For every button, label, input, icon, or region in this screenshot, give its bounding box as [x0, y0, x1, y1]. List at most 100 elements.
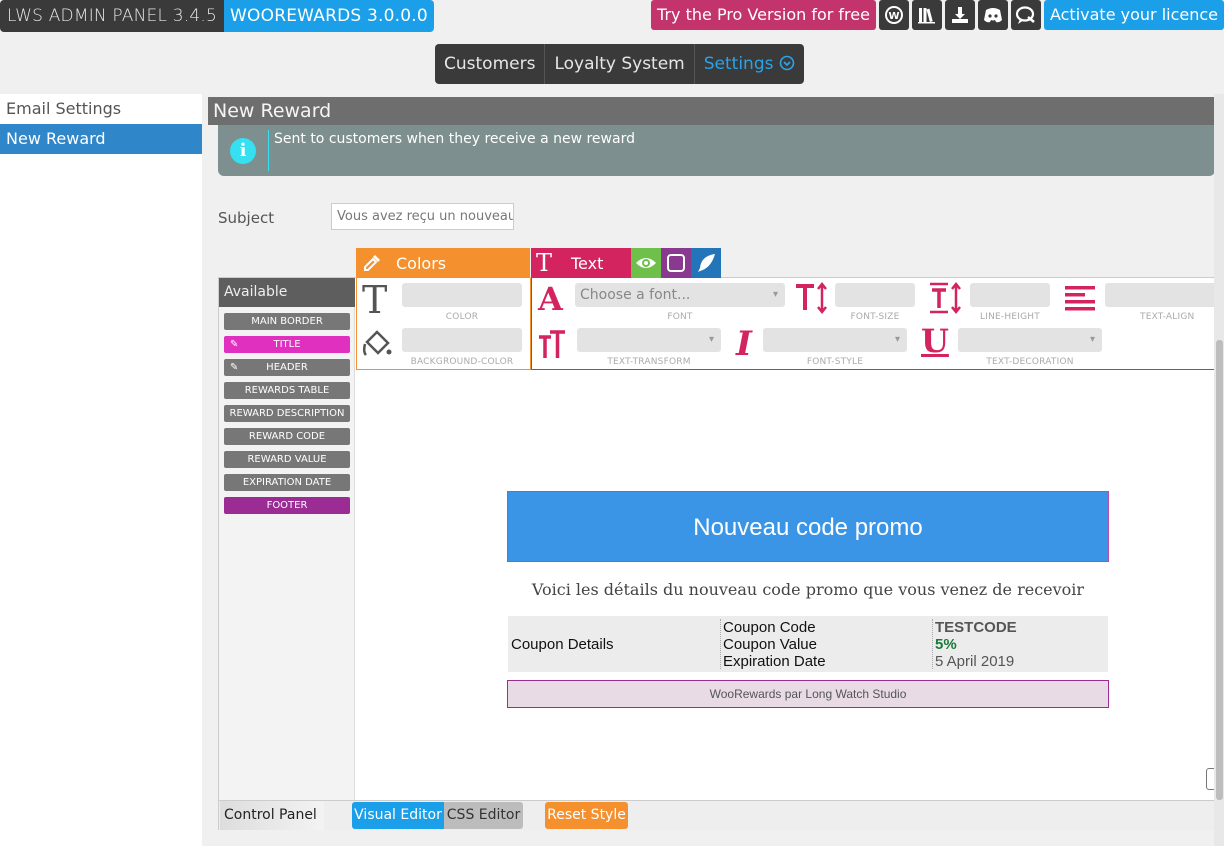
subject-input[interactable] [331, 203, 514, 230]
available-elements-panel [219, 278, 355, 800]
font-icon: A [538, 280, 563, 318]
library-icon[interactable] [911, 0, 942, 30]
line-height-input[interactable] [970, 283, 1050, 307]
color-input[interactable] [402, 283, 522, 307]
font-label: FONT [667, 312, 693, 322]
nav-customers[interactable]: Customers [435, 44, 546, 84]
background-color-label: BACKGROUND-COLOR [410, 357, 514, 367]
text-transform-icon [539, 330, 565, 358]
paint-bucket-icon [362, 330, 392, 356]
info-text: Sent to customers when they receive a ne… [274, 131, 635, 147]
text-decoration-select[interactable]: ▾ [958, 328, 1102, 352]
text-icon: T [536, 249, 553, 277]
eye-icon [636, 258, 656, 268]
font-select[interactable]: Choose a font... ▾ [575, 283, 785, 307]
woorewards-badge[interactable]: WOOREWARDS 3.0.0.0 [224, 0, 434, 32]
element-rewards-table[interactable]: REWARDS TABLE [224, 382, 350, 399]
subject-label: Subject [218, 209, 275, 227]
top-brand-bar: LWS ADMIN PANEL 3.4.5 WOOREWARDS 3.0.0.0 [0, 0, 434, 32]
support-chat-icon[interactable] [1010, 0, 1041, 30]
element-reward-code[interactable]: REWARD CODE [224, 428, 350, 445]
color-label: COLOR [445, 312, 479, 322]
text-decoration-label: TEXT-DECORATION [986, 357, 1074, 367]
font-size-label: FONT-SIZE [850, 312, 900, 322]
line-height-icon [930, 282, 961, 314]
visual-editor-button[interactable]: Visual Editor [352, 802, 444, 829]
nav-settings[interactable]: Settings [694, 44, 804, 84]
element-expiration-date[interactable]: EXPIRATION DATE [224, 474, 350, 491]
feather-icon: ✎ [230, 339, 239, 350]
control-panel-label[interactable]: Control Panel [220, 801, 324, 830]
tab-border[interactable] [661, 248, 691, 278]
feather-icon [698, 254, 715, 272]
email-description[interactable]: Voici les détails du nouveau code promo … [508, 566, 1108, 614]
feather-icon: ✎ [230, 362, 239, 373]
email-footer[interactable]: WooRewards par Long Watch Studio [507, 680, 1109, 708]
sidebar-item-new-reward[interactable]: New Reward [0, 124, 206, 154]
element-main-border[interactable]: MAIN BORDER [224, 313, 350, 330]
chevron-down-icon: ▾ [1089, 334, 1095, 345]
chevron-down-icon: ▾ [894, 334, 900, 345]
coupon-value-key: Coupon Value [723, 636, 817, 653]
download-icon[interactable] [944, 0, 975, 30]
top-actions: Try the Pro Version for free W Activate … [651, 0, 1224, 30]
available-elements-header: Available Elements [219, 278, 355, 329]
nav-loyalty-system[interactable]: Loyalty System [545, 44, 695, 84]
admin-panel-badge[interactable]: LWS ADMIN PANEL 3.4.5 [0, 0, 225, 32]
css-editor-button[interactable]: CSS Editor [444, 802, 523, 829]
discord-icon[interactable] [977, 0, 1008, 30]
activate-licence-link[interactable]: Activate your licence [1043, 0, 1224, 30]
main-nav: Customers Loyalty System Settings [435, 44, 804, 84]
tab-visibility[interactable] [631, 248, 661, 278]
element-title[interactable]: ✎ TITLE [224, 336, 350, 353]
reset-style-button[interactable]: Reset Style [545, 802, 628, 829]
chevron-down-icon: ▾ [708, 334, 714, 345]
element-reward-value[interactable]: REWARD VALUE [224, 451, 350, 468]
text-align-icon [1065, 286, 1095, 311]
coupon-code-value: TESTCODE [935, 619, 1017, 636]
line-height-label: LINE-HEIGHT [980, 312, 1040, 322]
element-footer[interactable]: FOOTER [224, 497, 350, 514]
expiration-date-value: 5 April 2019 [935, 653, 1015, 670]
tab-style[interactable] [691, 248, 721, 278]
sidebar: Email Settings New Reward [0, 94, 206, 846]
info-divider [268, 130, 269, 171]
text-transform-label: TEXT-TRANSFORM [607, 357, 691, 367]
text-align-label: TEXT-ALIGN [1140, 312, 1195, 322]
element-header-label: HEADER [266, 362, 308, 373]
element-title-label: TITLE [273, 339, 301, 350]
background-color-input[interactable] [402, 328, 522, 352]
email-title[interactable]: Nouveau code promo [507, 491, 1109, 562]
nav-settings-label: Settings [703, 54, 774, 74]
element-reward-description[interactable]: REWARD DESCRIPTION [224, 405, 350, 422]
italic-icon: I [736, 324, 752, 364]
info-icon: i [230, 138, 256, 164]
font-style-select[interactable]: ▾ [763, 328, 907, 352]
tab-colors[interactable]: Colors [356, 248, 530, 278]
wordpress-icon[interactable]: W [878, 0, 909, 30]
coupon-code-key: Coupon Code [723, 619, 816, 636]
table-divider [720, 619, 721, 669]
expiration-date-key: Expiration Date [723, 653, 826, 670]
font-style-label: FONT-STYLE [806, 357, 864, 367]
tab-colors-label: Colors [396, 254, 447, 273]
text-transform-select[interactable]: ▾ [577, 328, 721, 352]
text-align-input[interactable] [1105, 283, 1217, 307]
font-size-icon [796, 282, 827, 314]
pro-version-link[interactable]: Try the Pro Version for free [651, 0, 876, 30]
scrollbar-thumb[interactable] [1216, 340, 1223, 800]
svg-text:W: W [888, 11, 899, 22]
square-icon [667, 254, 685, 272]
element-header[interactable]: ✎ HEADER [224, 359, 350, 376]
underline-icon: U [921, 322, 949, 360]
table-divider [932, 619, 933, 669]
font-size-input[interactable] [835, 283, 915, 307]
text-color-icon: T [362, 278, 388, 322]
chevron-down-icon: ▾ [772, 289, 778, 300]
chevron-down-icon [779, 55, 795, 71]
rewards-table[interactable]: Coupon Details Coupon Code Coupon Value … [508, 616, 1108, 672]
sidebar-item-email-settings[interactable]: Email Settings [0, 94, 202, 124]
coupon-details-label: Coupon Details [511, 636, 614, 653]
tab-text[interactable]: T Text [531, 248, 631, 278]
section-title: New Reward [208, 97, 1215, 125]
